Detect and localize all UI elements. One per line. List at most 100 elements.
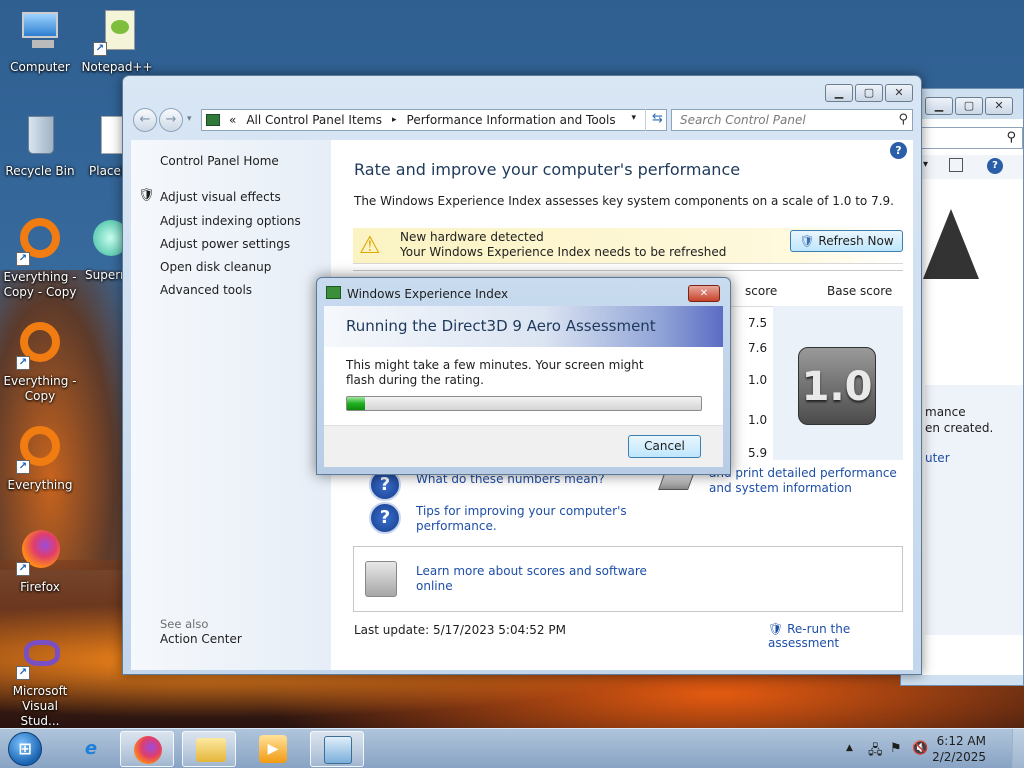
- desktop-icon-everything-copy[interactable]: ↗ Everything - Copy: [2, 320, 78, 404]
- desktop-icon-everything[interactable]: ↗ Everything: [2, 424, 78, 493]
- action-center-flag-icon[interactable]: ⚑: [890, 741, 902, 756]
- breadcrumb-all-items[interactable]: All Control Panel Items: [241, 113, 387, 127]
- control-panel-home-link[interactable]: Control Panel Home: [160, 154, 279, 168]
- tips-link[interactable]: Tips for improving your computer's: [416, 504, 627, 518]
- help-icon[interactable]: ?: [890, 142, 907, 159]
- wallpaper: [0, 270, 125, 570]
- desktop-icon-recycle-bin[interactable]: Recycle Bin: [2, 112, 78, 179]
- desktop-icon-firefox[interactable]: ↗ Firefox: [2, 528, 78, 595]
- help-icon[interactable]: ?: [987, 158, 1003, 174]
- print-details-link[interactable]: and print detailed performance: [709, 466, 897, 480]
- desktop-icon-notepadpp[interactable]: ↗ Notepad++: [79, 8, 155, 75]
- firefox-icon: [134, 736, 162, 764]
- action-center-link[interactable]: Action Center: [160, 632, 242, 646]
- firefox-icon: ↗: [16, 528, 64, 576]
- search-input[interactable]: Search Control Panel ⚲: [671, 109, 913, 131]
- background-text: mance: [925, 405, 966, 419]
- internet-explorer-icon: e: [84, 738, 98, 759]
- refresh-icon[interactable]: ⇆: [645, 109, 669, 131]
- tips-link-line2[interactable]: performance.: [416, 519, 497, 533]
- base-score-header: Base score: [827, 284, 893, 298]
- background-window-content: ⚲ ▾ ? mance en created. uter: [921, 119, 1023, 675]
- close-button[interactable]: ✕: [885, 84, 913, 102]
- network-icon[interactable]: 🖧: [868, 741, 883, 763]
- forward-button[interactable]: →: [159, 108, 183, 132]
- background-link[interactable]: uter: [925, 451, 950, 465]
- dialog-title: Windows Experience Index: [347, 287, 509, 301]
- desktop-icon-visual-studio[interactable]: ↗ Microsoft Visual Stud...: [2, 632, 78, 729]
- volume-muted-icon[interactable]: 🔇: [912, 741, 928, 756]
- maximize-button[interactable]: ▢: [855, 84, 883, 102]
- page-description: The Windows Experience Index assesses ke…: [354, 194, 894, 208]
- desktop-icon-label: Firefox: [20, 580, 60, 594]
- desktop-icon-superm[interactable]: Superm: [79, 216, 123, 283]
- minimize-button[interactable]: ▁: [925, 97, 953, 115]
- rerun-assessment-link[interactable]: 🛡 Re-run the assessment: [768, 622, 913, 650]
- desktop-icon-label: Everything: [7, 478, 73, 492]
- visual-studio-icon: ↗: [16, 632, 64, 680]
- taskbar-ie[interactable]: e: [64, 731, 118, 767]
- start-button[interactable]: ⊞: [8, 732, 42, 766]
- address-dropdown-icon[interactable]: ▾: [631, 113, 636, 123]
- base-score-panel: 1.0: [773, 306, 903, 460]
- close-button[interactable]: ✕: [985, 97, 1013, 115]
- refresh-now-button[interactable]: 🛡 Refresh Now: [790, 230, 903, 252]
- caption-buttons: ▁ ▢ ✕: [825, 84, 913, 102]
- close-button[interactable]: ✕: [688, 285, 720, 302]
- search-icon[interactable]: ⚲: [898, 112, 908, 127]
- dialog-app-icon: [326, 286, 341, 299]
- advanced-tools-link[interactable]: Advanced tools: [160, 283, 252, 297]
- experience-index-dialog[interactable]: Windows Experience Index ✕ Running the D…: [316, 277, 731, 475]
- search-input[interactable]: ⚲: [921, 127, 1023, 149]
- notice-text: Your Windows Experience Index needs to b…: [400, 245, 727, 259]
- desktop-icon-label: Everything - Copy - Copy: [3, 270, 77, 299]
- shield-icon: 🛡: [138, 188, 155, 203]
- adjust-indexing-options-link[interactable]: Adjust indexing options: [160, 214, 301, 228]
- dialog-footer: Cancel: [324, 425, 723, 467]
- taskbar-firefox[interactable]: [120, 731, 174, 767]
- clock-date[interactable]: 2/2/2025: [932, 750, 986, 764]
- taskbar-explorer[interactable]: [182, 731, 236, 767]
- page-title: Rate and improve your computer's perform…: [354, 160, 741, 179]
- cancel-button[interactable]: Cancel: [628, 435, 701, 458]
- maximize-button[interactable]: ▢: [955, 97, 983, 115]
- minimize-button[interactable]: ▁: [825, 84, 853, 102]
- preview-pane-icon[interactable]: [949, 158, 963, 172]
- breadcrumb-chevron[interactable]: «: [224, 113, 241, 127]
- taskbar-control-panel[interactable]: [310, 731, 364, 767]
- learn-more-link-line2[interactable]: online: [416, 579, 453, 593]
- breadcrumb-current[interactable]: Performance Information and Tools: [402, 113, 621, 127]
- open-disk-cleanup-link[interactable]: Open disk cleanup: [160, 260, 271, 274]
- subscore-value: 7.6: [748, 341, 768, 355]
- dialog-banner: Running the Direct3D 9 Aero Assessment: [324, 306, 723, 347]
- show-hidden-icons-icon[interactable]: ▲: [846, 743, 853, 753]
- show-desktop-button[interactable]: [1012, 729, 1024, 768]
- taskbar-media-player[interactable]: ▶: [246, 731, 300, 767]
- desktop-icon-label: Notepad++: [81, 60, 153, 74]
- recent-pages-dropdown[interactable]: ▾: [187, 114, 192, 124]
- caption-buttons: ▁ ▢ ✕: [925, 97, 1013, 115]
- toolbar: ▾ ?: [921, 155, 1023, 179]
- dialog-message: This might take a few minutes. Your scre…: [346, 358, 644, 387]
- everything-icon: ↗: [16, 218, 64, 266]
- desktop-icon-placel[interactable]: Placel: [79, 112, 123, 179]
- shortcut-arrow-icon: ↗: [16, 460, 30, 474]
- adjust-power-settings-link[interactable]: Adjust power settings: [160, 237, 290, 251]
- back-button[interactable]: ←: [133, 108, 157, 132]
- print-details-link-line2[interactable]: and system information: [709, 481, 852, 495]
- desktop-icon-everything-copy-copy[interactable]: ↗ Everything - Copy - Copy: [2, 216, 78, 300]
- chevron-down-icon[interactable]: ▾: [923, 159, 928, 170]
- clock-time[interactable]: 6:12 AM: [937, 734, 986, 748]
- file-icon: [97, 112, 123, 160]
- address-bar[interactable]: « All Control Panel Items ▸ Performance …: [201, 109, 667, 131]
- shield-icon: 🛡: [768, 622, 784, 636]
- help-circle-icon: ?: [369, 502, 401, 534]
- warning-icon: ⚠: [359, 231, 381, 259]
- learn-more-link[interactable]: Learn more about scores and software: [416, 564, 647, 578]
- spade-icon: [923, 209, 979, 279]
- breadcrumb-separator[interactable]: ▸: [387, 115, 402, 125]
- adjust-visual-effects-link[interactable]: Adjust visual effects: [160, 190, 281, 204]
- desktop-icon-computer[interactable]: Computer: [2, 8, 78, 75]
- app-icon: [87, 216, 123, 264]
- last-update-text: Last update: 5/17/2023 5:04:52 PM: [354, 623, 566, 637]
